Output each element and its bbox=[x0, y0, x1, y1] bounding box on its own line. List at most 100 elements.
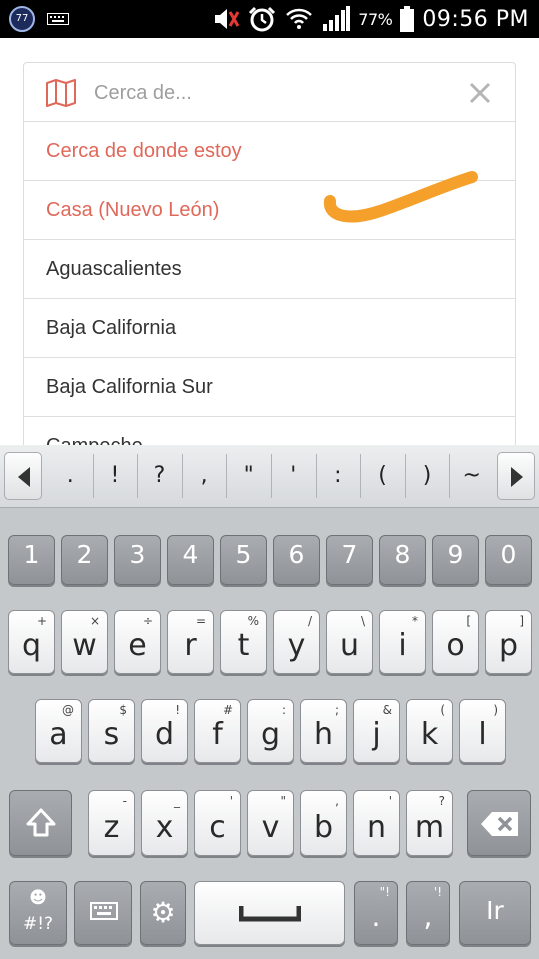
letter-key-y[interactable]: / y bbox=[273, 610, 320, 674]
symbol-key[interactable]: ! bbox=[93, 452, 138, 500]
letter-key-c[interactable]: ' c bbox=[194, 790, 241, 856]
number-key[interactable]: 9 bbox=[432, 535, 479, 585]
letter-key-b[interactable]: ,b bbox=[300, 790, 347, 856]
letter-key-i[interactable]: * i bbox=[379, 610, 426, 674]
symbol-key[interactable]: ' bbox=[271, 452, 316, 500]
symbol-bar-left-arrow[interactable] bbox=[4, 452, 42, 500]
signal-icon bbox=[323, 6, 351, 31]
symbol-bar-right-arrow[interactable] bbox=[497, 452, 535, 500]
language-key[interactable]: Ir bbox=[459, 881, 531, 945]
symbol-key[interactable]: : bbox=[316, 452, 361, 500]
symbol-key[interactable]: ) bbox=[405, 452, 450, 500]
letter-key-p[interactable]: ] p bbox=[485, 610, 532, 674]
option-baja-california[interactable]: Baja California bbox=[24, 299, 515, 358]
battery-percent: 77% bbox=[358, 9, 393, 29]
letter-key-s-label: s bbox=[103, 717, 120, 752]
letter-key-d[interactable]: ! d bbox=[141, 699, 188, 763]
letter-key-w-alt: × bbox=[89, 614, 100, 628]
option-baja-california-sur[interactable]: Baja California Sur bbox=[24, 358, 515, 417]
number-key[interactable]: 1 bbox=[8, 535, 55, 585]
symbol-key[interactable]: ( bbox=[360, 452, 405, 500]
settings-key[interactable]: ⚙ bbox=[140, 881, 186, 945]
letter-key-a[interactable]: @ a bbox=[35, 699, 82, 763]
number-key[interactable]: 2 bbox=[61, 535, 108, 585]
letter-key-o[interactable]: [o bbox=[432, 610, 479, 674]
letter-key-e-alt: ÷ bbox=[142, 614, 153, 628]
letter-key-v[interactable]: " v bbox=[247, 790, 294, 856]
letter-key-l-label: l bbox=[478, 717, 487, 752]
letter-key-v-label: v bbox=[261, 810, 280, 845]
letter-key-e[interactable]: ÷ e bbox=[114, 610, 161, 674]
space-icon bbox=[239, 906, 301, 922]
letter-key-w-label: w bbox=[72, 628, 97, 663]
number-key[interactable]: 5 bbox=[220, 535, 267, 585]
symbol-key[interactable]: , bbox=[182, 452, 227, 500]
checkmark-annotation bbox=[323, 171, 478, 223]
letter-key-s[interactable]: $ s bbox=[88, 699, 135, 763]
space-key[interactable] bbox=[194, 881, 345, 945]
number-key[interactable]: 0 bbox=[485, 535, 532, 585]
number-key[interactable]: 6 bbox=[273, 535, 320, 585]
number-key-label: 8 bbox=[394, 540, 411, 569]
letter-key-l[interactable]: ) l bbox=[459, 699, 506, 763]
period-key-label: . bbox=[371, 900, 381, 933]
letter-key-i-alt: * bbox=[412, 614, 418, 628]
letter-key-z[interactable]: -z bbox=[88, 790, 135, 856]
letter-key-n-alt: ' bbox=[388, 794, 392, 808]
battery-icon bbox=[400, 6, 415, 32]
muted-volume-icon bbox=[215, 9, 240, 29]
letter-key-k-label: k bbox=[420, 717, 439, 752]
symbol-key[interactable]: " bbox=[226, 452, 271, 500]
close-icon[interactable] bbox=[469, 82, 491, 104]
number-key[interactable]: 7 bbox=[326, 535, 373, 585]
symbol-divider bbox=[181, 454, 183, 498]
letter-key-t[interactable]: % t bbox=[220, 610, 267, 674]
backspace-key[interactable] bbox=[467, 790, 531, 856]
symbol-key[interactable]: ? bbox=[137, 452, 182, 500]
letter-key-h-label: h bbox=[313, 717, 333, 752]
letter-key-q[interactable]: + q bbox=[8, 610, 55, 674]
letter-key-w[interactable]: × w bbox=[61, 610, 108, 674]
symbol-divider bbox=[404, 454, 406, 498]
letter-key-j[interactable]: & j bbox=[353, 699, 400, 763]
number-key[interactable]: 8 bbox=[379, 535, 426, 585]
clock: 09:56 PM bbox=[422, 6, 529, 32]
arrow-right-icon bbox=[511, 467, 523, 487]
number-key[interactable]: 4 bbox=[167, 535, 214, 585]
letter-key-z-label: z bbox=[103, 810, 120, 845]
period-key[interactable]: "! . bbox=[354, 881, 398, 945]
symbol-divider bbox=[92, 454, 94, 498]
comma-key[interactable]: '! , bbox=[406, 881, 450, 945]
letter-key-p-label: p bbox=[498, 628, 519, 663]
letter-key-r[interactable]: = r bbox=[167, 610, 214, 674]
symbol-divider bbox=[137, 454, 139, 498]
letter-key-n[interactable]: ' n bbox=[353, 790, 400, 856]
letter-key-h[interactable]: ; h bbox=[300, 699, 347, 763]
letter-key-k[interactable]: (k bbox=[406, 699, 453, 763]
search-row bbox=[24, 63, 515, 122]
letter-key-v-alt: " bbox=[280, 794, 286, 808]
letter-key-g[interactable]: :g bbox=[247, 699, 294, 763]
letter-key-x[interactable]: _ x bbox=[141, 790, 188, 856]
letter-key-x-label: x bbox=[155, 810, 174, 845]
emoji-symbols-key[interactable]: ☻ #!? bbox=[9, 881, 67, 945]
option-aguascalientes[interactable]: Aguascalientes bbox=[24, 240, 515, 299]
letter-key-k-alt: ( bbox=[440, 703, 445, 717]
number-key-label: 6 bbox=[288, 540, 305, 569]
number-key[interactable]: 3 bbox=[114, 535, 161, 585]
map-icon bbox=[46, 79, 76, 107]
location-dropdown: Cerca de donde estoy Casa (Nuevo León) A… bbox=[23, 62, 516, 452]
search-input[interactable] bbox=[92, 77, 436, 109]
symbol-key[interactable]: ~ bbox=[449, 452, 494, 500]
symbol-key[interactable]: . bbox=[48, 452, 93, 500]
letter-key-x-alt: _ bbox=[174, 794, 180, 808]
number-key-label: 3 bbox=[129, 540, 146, 569]
shift-arrow-icon bbox=[26, 808, 56, 837]
keyboard-settings-key[interactable] bbox=[74, 881, 132, 945]
number-key-label: 0 bbox=[500, 540, 517, 569]
letter-key-m[interactable]: ? m bbox=[406, 790, 453, 856]
keyboard-icon bbox=[90, 902, 118, 920]
letter-key-f[interactable]: # f bbox=[194, 699, 241, 763]
letter-key-u[interactable]: \ u bbox=[326, 610, 373, 674]
shift-key[interactable] bbox=[9, 790, 72, 856]
